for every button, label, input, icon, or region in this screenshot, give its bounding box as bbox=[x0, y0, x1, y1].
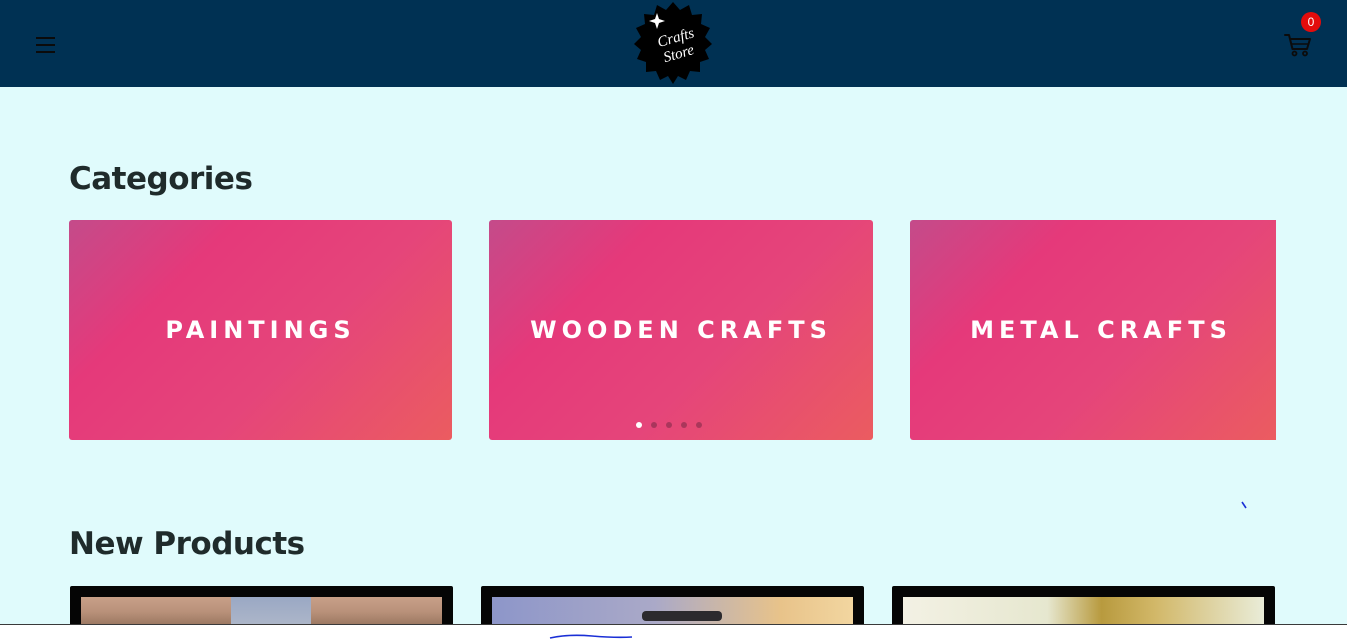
categories-heading: Categories bbox=[69, 161, 253, 197]
category-label: PAINTINGS bbox=[165, 316, 356, 344]
category-card-paintings[interactable]: PAINTINGS bbox=[69, 220, 452, 440]
carousel-dot-5[interactable] bbox=[696, 422, 702, 428]
category-label: METAL CRAFTS bbox=[970, 316, 1232, 344]
shopping-cart-icon[interactable] bbox=[1284, 32, 1312, 58]
carousel-indicators bbox=[636, 422, 702, 428]
category-card-metal-crafts[interactable]: METAL CRAFTS bbox=[910, 220, 1276, 440]
logo-badge-icon: Crafts Store bbox=[634, 2, 712, 84]
category-label: WOODEN CRAFTS bbox=[530, 316, 832, 344]
cart-count-badge: 0 bbox=[1301, 12, 1321, 32]
hamburger-menu-icon[interactable] bbox=[34, 35, 58, 55]
carousel-dot-3[interactable] bbox=[666, 422, 672, 428]
category-card-wooden-crafts[interactable]: WOODEN CRAFTS bbox=[489, 220, 873, 440]
menu-bar bbox=[36, 44, 55, 46]
bottom-overlay-strip bbox=[0, 624, 1347, 641]
carousel-dot-4[interactable] bbox=[681, 422, 687, 428]
scribble-mark bbox=[549, 634, 633, 639]
new-products-heading: New Products bbox=[69, 526, 305, 562]
carousel-dot-2[interactable] bbox=[651, 422, 657, 428]
site-header: Crafts Store 0 bbox=[0, 0, 1347, 87]
menu-bar bbox=[36, 51, 55, 53]
crafts-store-logo[interactable]: Crafts Store bbox=[628, 0, 718, 86]
carousel-dot-1[interactable] bbox=[636, 422, 642, 428]
menu-bar bbox=[36, 37, 55, 39]
stray-mark bbox=[1241, 501, 1247, 509]
